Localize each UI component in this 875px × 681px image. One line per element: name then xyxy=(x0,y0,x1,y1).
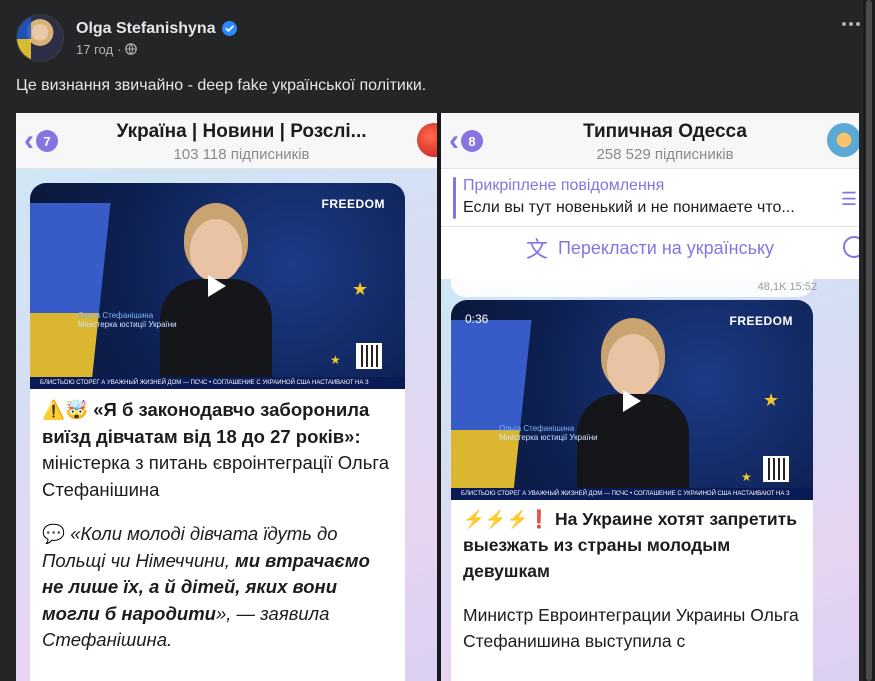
message-paragraph: ⚡⚡⚡❗ На Украине хотят запретить выезжать… xyxy=(463,506,799,584)
message-paragraph: Министр Евроинтеграции Украины Ольга Сте… xyxy=(463,605,799,651)
message-paragraph: ⚠️🤯 «Я б законодавчо заборонила виїзд ді… xyxy=(42,397,391,503)
pinned-title: Прикріплене повідомлення xyxy=(463,177,665,194)
pin-list-icon[interactable]: ☰ xyxy=(841,189,857,210)
left-back-button[interactable]: ‹ 7 xyxy=(24,124,58,157)
left-screenshot[interactable]: ‹ 7 Україна | Новини | Розслі... 103 118… xyxy=(16,113,437,681)
lower-third: Ольга Стефанішина Міністерка юстиції Укр… xyxy=(499,424,598,442)
left-channel-title: Україна | Новини | Розслі... xyxy=(116,121,367,142)
lower-third: Ольга Стефанішина Міністерка юстиції Укр… xyxy=(78,311,177,329)
meta-separator: · xyxy=(117,41,122,57)
dot-icon xyxy=(849,22,853,26)
right-message-bubble: ★ ★ 0:36 FREEDOM Ольга Стефанішина Мініс… xyxy=(451,300,813,681)
dot-icon xyxy=(842,22,846,26)
right-channel-title: Типичная Одесса xyxy=(583,121,747,142)
qr-code xyxy=(763,456,789,482)
translate-icon: 文 xyxy=(525,237,548,262)
left-message-text: ⚠️🤯 «Я б законодавчо заборонила виїзд ді… xyxy=(30,389,405,654)
video-duration: 0:36 xyxy=(465,312,489,326)
news-ticker: БЛИСТЬОЮ СТОРЕГ А УВАЖНЫЙ ЖИЗНЕЙ ДОМ — П… xyxy=(30,377,405,389)
translate-bar[interactable]: 文 Перекласти на українську xyxy=(441,227,859,269)
star-icon: ★ xyxy=(741,470,752,484)
message-paragraph: 💬 «Коли молоді дівчата їдуть до Польщі ч… xyxy=(42,521,391,654)
play-icon[interactable] xyxy=(208,275,226,297)
translate-label: Перекласти на українську xyxy=(557,237,775,258)
speaker-role: Міністерка юстиції України xyxy=(78,320,177,329)
left-message-bubble: ★ ★ FREEDOM Ольга Стефанішина Міністерка… xyxy=(30,183,405,681)
quote-rest: міністерка з питань євроінтеграції Ольга… xyxy=(42,452,389,500)
unread-badge: 7 xyxy=(36,130,58,152)
speech-emoji: 💬 xyxy=(42,523,66,544)
right-video[interactable]: ★ ★ 0:36 FREEDOM Ольга Стефанішина Мініс… xyxy=(451,300,813,500)
right-screenshot[interactable]: ‹ 8 Типичная Одесса 258 529 підписників … xyxy=(441,113,859,681)
star-icon: ★ xyxy=(352,279,369,299)
post-text: Це визнання звичайно - deep fake українс… xyxy=(16,77,427,94)
author-name[interactable]: Olga Stefanishyna xyxy=(76,20,216,38)
scrollbar-track[interactable] xyxy=(863,0,875,681)
post-meta: 17 год · xyxy=(76,42,237,57)
left-subscriber-count: 103 118 підписників xyxy=(173,146,310,163)
right-message-text: ⚡⚡⚡❗ На Украине хотят запретить выезжать… xyxy=(451,500,813,654)
left-channel-header: ‹ 7 Україна | Новини | Розслі... 103 118… xyxy=(16,113,437,169)
freedom-logo: FREEDOM xyxy=(321,197,385,211)
more-circle-icon[interactable] xyxy=(843,236,859,258)
freedom-logo: FREEDOM xyxy=(729,314,793,328)
verified-badge-icon xyxy=(221,21,237,36)
star-icon: ★ xyxy=(330,353,341,367)
right-channel-header: ‹ 8 Типичная Одесса 258 529 підписників xyxy=(441,113,859,169)
chevron-left-icon: ‹ xyxy=(449,124,459,157)
globe-icon xyxy=(125,43,138,55)
chevron-left-icon: ‹ xyxy=(24,124,34,157)
post-time[interactable]: 17 год xyxy=(76,42,113,57)
right-back-button[interactable]: ‹ 8 xyxy=(449,124,483,157)
avatar[interactable] xyxy=(16,14,64,62)
right-channel-avatar[interactable] xyxy=(827,123,859,157)
warning-emoji: ⚠️🤯 xyxy=(42,399,89,420)
flag-graphic xyxy=(30,203,111,389)
dot-icon xyxy=(856,22,860,26)
left-video[interactable]: ★ ★ FREEDOM Ольга Стефанішина Міністерка… xyxy=(30,183,405,389)
flag-graphic xyxy=(451,320,532,500)
pinned-text: Если вы тут новенький и не понимаете что… xyxy=(463,199,795,216)
alert-emoji: ⚡⚡⚡❗ xyxy=(463,509,551,529)
author-block: Olga Stefanishyna 17 год · xyxy=(76,20,237,57)
left-channel-avatar[interactable] xyxy=(417,123,437,157)
author-row: Olga Stefanishyna xyxy=(76,20,237,38)
unread-badge: 8 xyxy=(461,130,483,152)
scrollbar-thumb[interactable] xyxy=(866,0,872,681)
speaker-name: Ольга Стефанішина xyxy=(499,424,575,433)
speaker-role: Міністерка юстиції України xyxy=(499,433,598,442)
speaker-name: Ольга Стефанішина xyxy=(78,311,154,320)
play-icon[interactable] xyxy=(623,390,641,412)
star-icon: ★ xyxy=(763,390,780,410)
view-count: 48,1K 15:52 xyxy=(757,281,817,293)
qr-code xyxy=(356,343,382,369)
news-ticker: БЛИСТЬОЮ СТОРЕГ А УВАЖНЫЙ ЖИЗНЕЙ ДОМ — П… xyxy=(451,488,813,500)
right-subscriber-count: 258 529 підписників xyxy=(596,146,734,163)
pinned-message[interactable]: Прикріплене повідомлення Если вы тут нов… xyxy=(441,169,859,227)
quote-bold: «Я б законодавчо заборонила виїзд дівчат… xyxy=(42,399,370,447)
post-header: Olga Stefanishyna 17 год · xyxy=(16,14,859,62)
